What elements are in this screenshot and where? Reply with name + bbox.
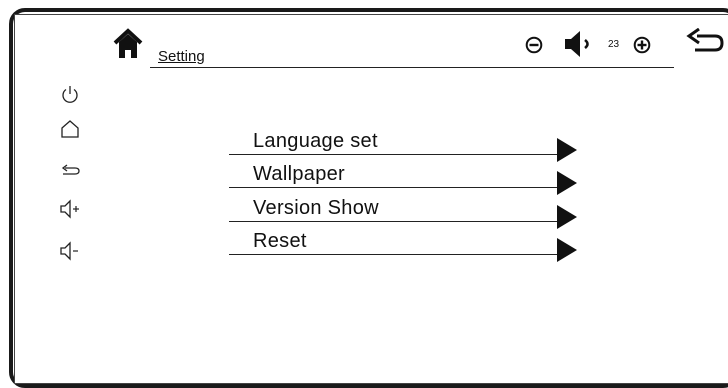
volume-down-icon[interactable] [58, 240, 82, 262]
menu-item-label: Wallpaper [253, 163, 345, 185]
home-icon[interactable] [113, 28, 143, 60]
volume-up-icon[interactable] [58, 198, 82, 220]
menu-divider [229, 187, 563, 188]
back-arrow-icon[interactable] [58, 160, 82, 182]
menu-item-reset[interactable]: Reset [229, 224, 589, 262]
menu-item-language-set[interactable]: Language set [229, 124, 589, 162]
chevron-right-icon [557, 238, 577, 262]
power-icon[interactable] [58, 84, 82, 106]
menu-divider [229, 221, 563, 222]
menu-item-label: Language set [253, 130, 378, 152]
header-divider [150, 67, 674, 68]
menu-item-label: Reset [253, 230, 307, 252]
menu-item-version-show[interactable]: Version Show [229, 191, 589, 229]
back-arrow-icon[interactable] [685, 27, 725, 58]
plus-circle-icon[interactable] [633, 36, 651, 54]
minus-circle-icon[interactable] [525, 36, 543, 54]
speaker-icon[interactable] [562, 28, 594, 60]
menu-item-wallpaper[interactable]: Wallpaper [229, 157, 589, 195]
home-outline-icon[interactable] [58, 118, 82, 140]
menu-divider [229, 254, 563, 255]
menu-item-label: Version Show [253, 197, 379, 219]
menu-divider [229, 154, 563, 155]
page-title: Setting [158, 48, 205, 65]
volume-level: 23 [608, 39, 620, 50]
